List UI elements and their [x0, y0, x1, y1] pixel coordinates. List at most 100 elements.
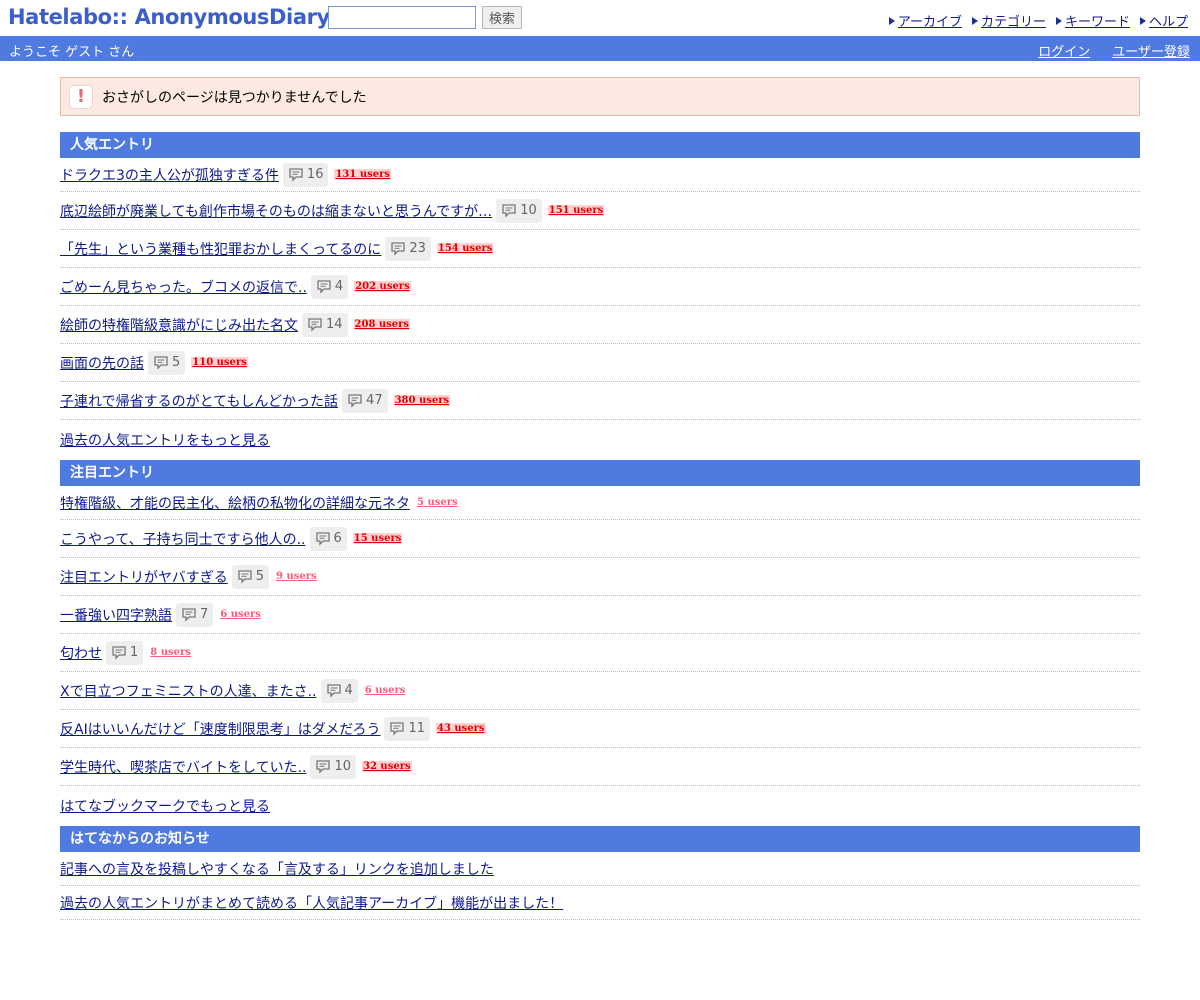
entry-title-link[interactable]: ドラクエ3の主人公が孤独すぎる件: [60, 165, 279, 185]
entry-title-link[interactable]: 画面の先の話: [60, 353, 144, 373]
nav-archive[interactable]: アーカイブ: [888, 11, 962, 30]
bookmark-users-count[interactable]: 8 users: [149, 647, 192, 658]
entry-title-link[interactable]: 注目エントリがヤバすぎる: [60, 567, 228, 587]
notice-text: おさがしのページは見つかりませんでした: [102, 89, 367, 106]
comment-count-badge[interactable]: 10: [496, 198, 542, 223]
comment-count: 7: [200, 607, 209, 622]
bookmark-users-count[interactable]: 202 users: [354, 281, 411, 292]
comment-count: 1: [130, 645, 139, 660]
entry-title-link[interactable]: ごめーん見ちゃった。ブコメの返信で..: [60, 277, 307, 297]
comment-count: 10: [520, 203, 537, 218]
bookmark-users-count[interactable]: 154 users: [436, 243, 494, 254]
news-link[interactable]: 記事への言及を投稿しやすくなる「言及する」リンクを追加しました: [60, 859, 494, 879]
news-item: 記事への言及を投稿しやすくなる「言及する」リンクを追加しました: [60, 852, 1140, 886]
entry-title-link[interactable]: 一番強い四字熟語: [60, 605, 172, 625]
comment-count-badge[interactable]: 4: [310, 274, 349, 299]
entry-title-link[interactable]: 「先生」という業種も性犯罪おかしまくってるのに: [60, 239, 381, 259]
comment-count-badge[interactable]: 5: [148, 350, 186, 375]
entry-title-link[interactable]: 特権階級、才能の民主化、絵柄の私物化の詳細な元ネタ: [60, 493, 410, 513]
nav-category[interactable]: カテゴリー: [971, 11, 1046, 30]
comment-count-badge[interactable]: 14: [302, 312, 348, 337]
comment-count: 23: [409, 241, 426, 256]
comment-count-badge[interactable]: 47: [342, 388, 388, 413]
entry-title-link[interactable]: 反AIはいいんだけど「速度制限思考」はダメだろう: [60, 719, 380, 739]
comment-count-badge[interactable]: 11: [384, 716, 430, 741]
speech-bubble-icon: [308, 317, 322, 332]
comment-count-badge[interactable]: 10: [310, 754, 357, 779]
speech-bubble-icon: [289, 167, 303, 182]
bookmark-users-count[interactable]: 380 users: [393, 395, 451, 406]
comment-count-badge[interactable]: 5: [231, 564, 270, 589]
search-input[interactable]: [328, 6, 476, 29]
bookmark-users-count[interactable]: 5 users: [416, 497, 459, 508]
bookmark-users-count[interactable]: 15 users: [352, 533, 403, 544]
comment-count: 4: [334, 279, 344, 294]
top-navigation: アーカイブ カテゴリー キーワード ヘルプ: [888, 11, 1188, 30]
speech-bubble-icon: [502, 203, 516, 218]
popular-more-link[interactable]: 過去の人気エントリをもっと見る: [60, 430, 270, 450]
arrow-right-icon: [971, 16, 978, 25]
entry-row: 特権階級、才能の民主化、絵柄の私物化の詳細な元ネタ 5 users: [60, 486, 1140, 520]
comment-count: 5: [255, 569, 265, 584]
entry-row: 反AIはいいんだけど「速度制限思考」はダメだろう 11 43 users: [60, 710, 1140, 748]
entry-row: 「先生」という業種も性犯罪おかしまくってるのに 23 154 users: [60, 230, 1140, 268]
entry-title-link[interactable]: 絵師の特権階級意識がにじみ出た名文: [60, 315, 298, 335]
register-link[interactable]: ユーザー登録: [1112, 41, 1190, 60]
featured-more: はてなブックマークでもっと見る: [60, 786, 1140, 826]
speech-bubble-icon: [238, 569, 252, 584]
news-link[interactable]: 過去の人気エントリがまとめて読める「人気記事アーカイブ」機能が出ました！: [60, 893, 563, 913]
entry-row: 匂わせ 1 8 users: [60, 634, 1140, 672]
popular-section-title: 人気エントリ: [60, 132, 1140, 158]
speech-bubble-icon: [316, 759, 331, 774]
popular-entries: ドラクエ3の主人公が孤独すぎる件 16 131 users 底辺絵師が廃業しても創作市…: [60, 158, 1140, 420]
featured-entries: 特権階級、才能の民主化、絵柄の私物化の詳細な元ネタ 5 users こうやって、子持…: [60, 486, 1140, 786]
comment-count-badge[interactable]: 23: [385, 236, 431, 261]
comment-count-badge[interactable]: 6: [309, 526, 347, 551]
entry-row: Xで目立つフェミニストの人達、またさ.. 4 6 users: [60, 672, 1140, 710]
entry-row: 注目エントリがヤバすぎる 5 9 users: [60, 558, 1140, 596]
user-bar: ようこそ ゲスト さん ログイン ユーザー登録: [0, 36, 1200, 61]
comment-count: 5: [172, 355, 181, 370]
bookmark-users-count[interactable]: 43 users: [436, 723, 486, 734]
entry-title-link[interactable]: 底辺絵師が廃業しても創作市場そのものは縮まないと思うんですが…: [60, 201, 492, 221]
nav-keyword[interactable]: キーワード: [1055, 11, 1130, 30]
featured-more-link[interactable]: はてなブックマークでもっと見る: [60, 796, 270, 816]
news-items: 記事への言及を投稿しやすくなる「言及する」リンクを追加しました過去の人気エントリ…: [60, 852, 1140, 920]
not-found-notice: ! おさがしのページは見つかりませんでした: [60, 77, 1140, 116]
comment-count-badge[interactable]: 1: [106, 640, 144, 665]
comment-count: 4: [344, 683, 353, 698]
bookmark-users-count[interactable]: 151 users: [547, 205, 605, 216]
speech-bubble-icon: [326, 683, 341, 698]
bookmark-users-count[interactable]: 32 users: [362, 761, 412, 772]
entry-row: 学生時代、喫茶店でバイトをしていた.. 10 32 users: [60, 748, 1140, 786]
speech-bubble-icon: [112, 645, 126, 660]
comment-count: 11: [408, 721, 425, 736]
comment-count-badge[interactable]: 4: [320, 678, 358, 703]
bookmark-users-count[interactable]: 208 users: [353, 319, 411, 330]
entry-title-link[interactable]: 子連れで帰省するのがとてもしんどかった話: [60, 391, 338, 411]
entry-row: 子連れで帰省するのがとてもしんどかった話 47 380 users: [60, 382, 1140, 420]
entry-row: 絵師の特権階級意識がにじみ出た名文 14 208 users: [60, 306, 1140, 344]
login-link[interactable]: ログイン: [1038, 41, 1090, 60]
entry-title-link[interactable]: 匂わせ: [60, 643, 102, 663]
bookmark-users-count[interactable]: 110 users: [191, 357, 248, 368]
entry-title-link[interactable]: こうやって、子持ち同士ですら他人の..: [60, 529, 306, 549]
site-logo[interactable]: Hatelabo:: AnonymousDiary: [8, 5, 330, 29]
speech-bubble-icon: [391, 241, 405, 256]
speech-bubble-icon: [317, 279, 331, 294]
nav-help[interactable]: ヘルプ: [1139, 11, 1188, 30]
comment-count: 10: [334, 759, 352, 774]
entry-row: 底辺絵師が廃業しても創作市場そのものは縮まないと思うんですが… 10 151 use…: [60, 192, 1140, 230]
comment-count-badge[interactable]: 7: [176, 602, 214, 627]
header: Hatelabo:: AnonymousDiary 検索 アーカイブ カテゴリー…: [0, 0, 1200, 36]
entry-title-link[interactable]: 学生時代、喫茶店でバイトをしていた..: [60, 757, 306, 777]
comment-count-badge[interactable]: 16: [282, 162, 329, 187]
comment-count: 14: [326, 317, 343, 332]
bookmark-users-count[interactable]: 9 users: [275, 571, 318, 582]
bookmark-users-count[interactable]: 6 users: [219, 609, 262, 620]
entry-title-link[interactable]: Xで目立つフェミニストの人達、またさ..: [60, 681, 317, 701]
search-button[interactable]: 検索: [482, 6, 522, 29]
bookmark-users-count[interactable]: 6 users: [364, 685, 407, 696]
welcome-text: ようこそ ゲスト さん: [9, 45, 135, 60]
bookmark-users-count[interactable]: 131 users: [334, 169, 391, 180]
